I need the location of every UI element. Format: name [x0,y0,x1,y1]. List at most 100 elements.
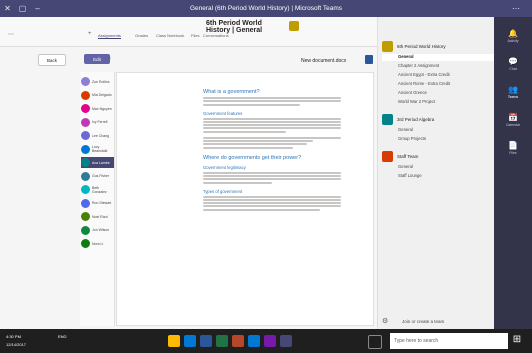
notification-icon[interactable] [76,335,88,347]
student-name: Noel Rizzi [92,214,108,219]
back-button[interactable]: Back [38,54,66,66]
student-name: Ron Stewart [92,201,112,205]
window-titlebar: General (6th Period World History) | Mic… [0,0,532,17]
student-name: Lucy Beanstalk [92,145,108,153]
avatar [81,104,90,113]
channel-item-general[interactable]: General [382,54,508,61]
rail-label: Calendar [505,123,521,127]
doc-paragraph [203,136,341,149]
minimize-icon[interactable]: – [30,0,45,17]
app-menu-icon[interactable]: ⋯ [504,0,528,17]
rail-chat[interactable]: 💬 Chat [494,51,532,77]
student-list-item[interactable]: Jon Wilson [81,225,114,236]
channel-item[interactable]: Ancient Egypt - Extra Credit [398,72,492,79]
channel-item[interactable]: General [398,127,492,134]
channel-item[interactable]: Chapter 2 Assignment [398,63,492,70]
language-indicator[interactable]: ENG [58,334,67,339]
doc-subheading-1: Government features [203,110,243,116]
rail-calendar[interactable]: 📅 Calendar [494,107,532,133]
file-explorer-taskbar-icon[interactable] [168,335,180,347]
student-list-item[interactable]: Noel Rizzi [81,211,114,222]
student-list-item[interactable]: Nora Li [81,238,114,249]
team-header-algebra[interactable]: 3rd Period Algebra [382,113,492,125]
student-list-item[interactable]: Zoe Rollins [81,76,114,87]
powerpoint-taskbar-icon[interactable] [232,335,244,347]
rail-files[interactable]: 📄 Files [494,135,532,161]
tab-files[interactable]: Files [191,33,199,38]
student-name: Gus Fisher [92,174,110,178]
student-list-item[interactable]: Gus Fisher [81,171,114,182]
channel-item[interactable]: Staff Lounge [398,173,492,180]
channel-item[interactable]: Group Projects [398,136,492,143]
plus-icon[interactable]: + [88,31,92,37]
team-name: 6th Period World History [397,43,446,49]
gear-icon[interactable]: ⚙ [382,317,388,325]
channel-item[interactable]: General [398,164,492,171]
close-icon[interactable]: ✕ [0,0,15,17]
calendar-icon: 📅 [508,113,518,122]
avatar [81,77,90,86]
student-list-item[interactable]: Mia Delgado [81,90,114,101]
team-name: Staff Team [397,153,419,159]
avatar [81,117,90,127]
tab-grades[interactable]: Grades [135,33,148,38]
doc-heading-1: What is a government? [203,89,260,95]
bell-icon: 🔔 [508,29,518,38]
student-list-item[interactable]: Max Nguyen [81,103,114,114]
avatar [81,90,90,100]
edge-taskbar-icon[interactable] [184,335,196,347]
clock-date[interactable]: 12/14/2017 [6,342,26,347]
task-view-icon[interactable] [368,335,382,349]
tab-assignments[interactable]: Assignments [98,33,121,39]
maximize-icon[interactable]: ▢ [15,0,30,17]
channel-item[interactable]: Ancient Greece [398,90,492,97]
app-rail: 🔔 Activity 💬 Chat 👥 Teams 📅 Calendar 📄 Files [494,17,532,329]
student-name: Nora Li [92,241,104,246]
excel-taskbar-icon[interactable] [216,335,228,347]
close-panel-icon[interactable]: × [108,56,111,62]
cortana-icon[interactable] [350,335,362,347]
avatar [81,131,90,140]
teams-panel: 6th Period World History General Chapter… [377,17,508,329]
doc-title-bar: New document.docx [301,56,371,65]
channel-item[interactable]: World War 2 Project [398,99,492,106]
student-list-item[interactable]: Ivy Ferrell [81,117,114,128]
avatar [81,212,90,221]
avatar [81,158,90,167]
document-body: What is a government? Government feature… [203,89,341,212]
channel-item[interactable]: Ancient Rome - Extra Credit [398,81,492,88]
student-name: Lee Chang [92,133,110,138]
rail-label: Activity [507,39,519,43]
rail-activity[interactable]: 🔔 Activity [494,23,532,49]
rail-label: Chat [509,67,517,71]
clock-time[interactable]: 4:30 PM [6,334,21,339]
student-list-item[interactable]: Ron Stewart [81,198,114,209]
avatar [81,171,90,181]
team-header-staff[interactable]: Staff Team [382,150,492,162]
team-header-world-history[interactable]: 6th Period World History [382,40,492,52]
team-avatar-icon [382,150,393,162]
team-avatar-icon [289,21,299,31]
student-list-item[interactable]: Beth Gonzalez [81,184,114,195]
search-placeholder: Type here to search [394,338,439,344]
doc-subheading-3: Types of government [203,188,243,194]
edit-button[interactable]: Edit [84,54,110,64]
teams-taskbar-icon[interactable] [280,335,292,347]
tab-class-notebook[interactable]: Class Notebook [156,33,184,38]
chat-icon: 💬 [508,57,518,66]
windows-start-icon[interactable]: ⊞ [510,334,524,348]
outlook-taskbar-icon[interactable] [248,335,260,347]
word-taskbar-icon[interactable] [200,335,212,347]
doc-paragraph [203,97,341,106]
onenote-taskbar-icon[interactable] [264,335,276,347]
ellipsis-icon[interactable]: ⋯ [8,31,14,38]
rail-teams[interactable]: 👥 Teams [494,79,532,105]
student-list-item[interactable]: Ava Lambe [81,157,114,168]
student-list-item[interactable]: Lucy Beanstalk [81,144,114,155]
join-team-link[interactable]: Join or create a team [402,319,444,324]
taskbar-search[interactable]: Type here to search [390,333,508,349]
window-title: General (6th Period World History) | Mic… [189,5,343,12]
student-list-item[interactable]: Lee Chang [81,130,114,141]
tab-conversations[interactable]: Conversations [203,33,229,38]
doc-paragraph [203,117,341,133]
